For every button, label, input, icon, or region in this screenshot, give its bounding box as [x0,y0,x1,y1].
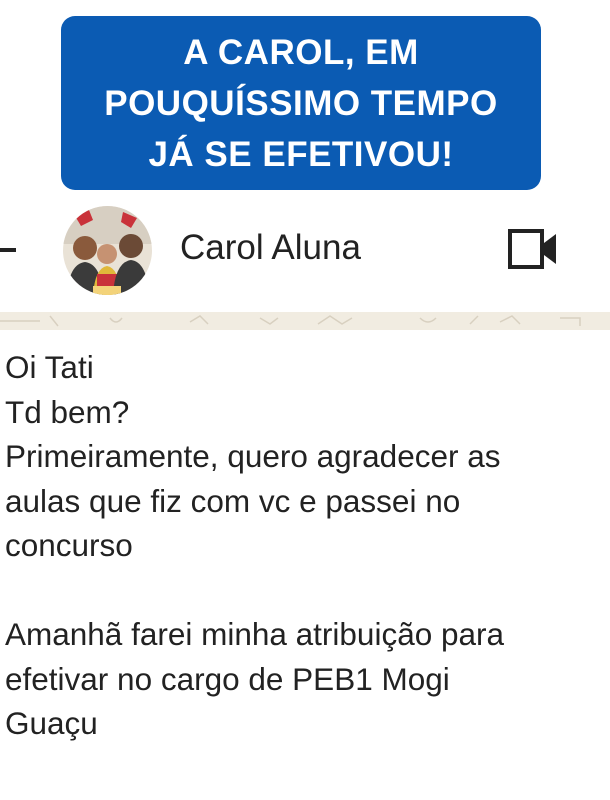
chat-header: Carol Aluna [0,200,610,310]
contact-name[interactable]: Carol Aluna [180,228,361,268]
message-line: Guaçu [5,705,98,741]
avatar-photo-icon [63,206,152,295]
headline-line-2: POUQUÍSSIMO TEMPO [104,83,498,123]
headline-line-3: JÁ SE EFETIVOU! [148,134,454,174]
message-line: Oi Tati [5,349,94,385]
video-camera-icon[interactable] [508,228,558,270]
headline-banner: A CAROL, EM POUQUÍSSIMO TEMPO JÁ SE EFET… [61,16,541,190]
back-arrow-icon[interactable] [0,248,16,252]
message-line: Td bem? [5,393,130,430]
message-line: aulas que fiz com vc e passei no [5,482,461,519]
message-text: Oi Tati Td bem? Primeiramente, quero agr… [5,345,605,746]
message-line: concurso [5,527,133,563]
chat-background-strip [0,312,610,330]
doodle-pattern [0,315,581,327]
message-line: efetivar no cargo de PEB1 Mogi [5,660,450,697]
avatar[interactable] [63,206,152,295]
message-line: Primeiramente, quero agradecer as [5,438,501,474]
headline-line-1: A CAROL, EM [183,32,419,72]
message-line: Amanhã farei minha atribuição para [5,616,505,652]
